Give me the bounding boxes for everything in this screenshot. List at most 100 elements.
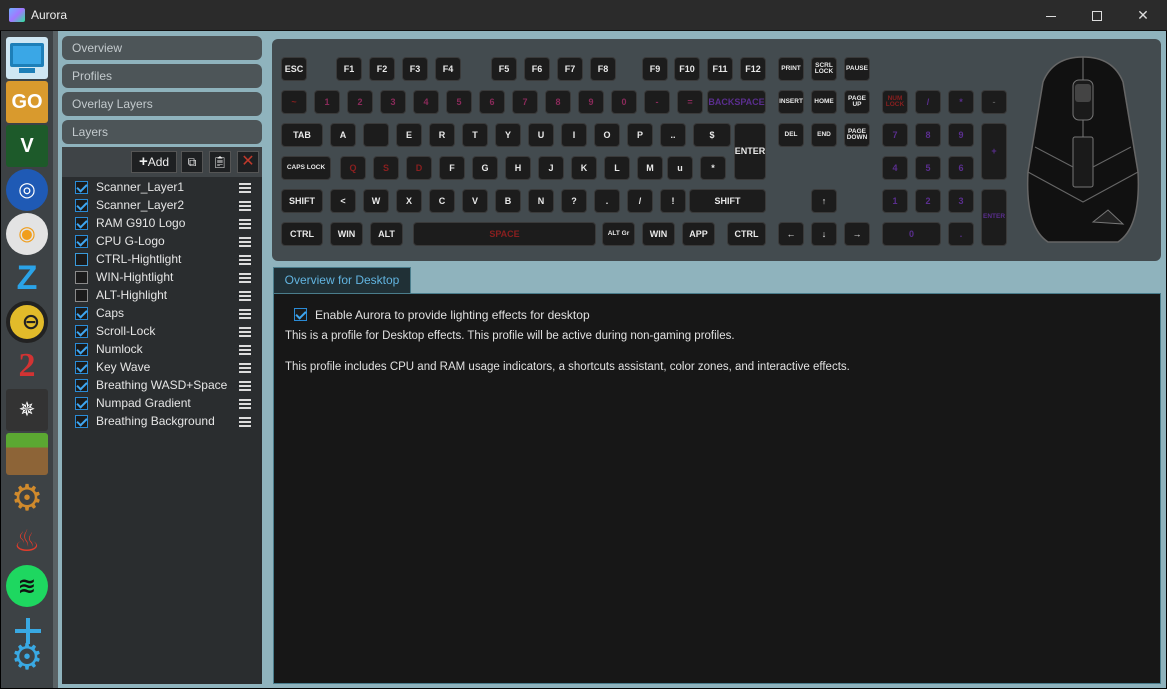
key-5[interactable]: 5 [446, 90, 472, 114]
key--[interactable]: / [627, 189, 653, 213]
drag-handle-icon[interactable] [239, 237, 251, 247]
key-q[interactable]: Q [340, 156, 366, 180]
layer-enabled-checkbox[interactable] [75, 181, 88, 194]
key-i[interactable]: I [561, 123, 587, 147]
key--[interactable]: → [844, 222, 870, 246]
key--[interactable]: + [981, 123, 1007, 180]
key-l[interactable]: L [604, 156, 630, 180]
key-home[interactable]: HOME [811, 90, 837, 114]
add-profile-button[interactable]: ⚙ [6, 618, 48, 683]
key-backspace[interactable]: BACKSPACE [707, 90, 766, 114]
key-8[interactable]: 8 [915, 123, 941, 147]
key-page-down[interactable]: PAGE DOWN [844, 123, 870, 147]
key-4[interactable]: 4 [413, 90, 439, 114]
paste-layer-button[interactable]: 📋︎ [209, 151, 231, 173]
key-f12[interactable]: F12 [740, 57, 766, 81]
key-f10[interactable]: F10 [674, 57, 700, 81]
drag-handle-icon[interactable] [239, 345, 251, 355]
layer-enabled-checkbox[interactable] [75, 271, 88, 284]
key-blank[interactable] [363, 123, 389, 147]
key-alt[interactable]: ALT [370, 222, 403, 246]
key-3[interactable]: 3 [948, 189, 974, 213]
close-button[interactable]: ✕ [1120, 0, 1166, 31]
key-h[interactable]: H [505, 156, 531, 180]
layer-row[interactable]: Scanner_Layer2 [62, 197, 262, 215]
key-insert[interactable]: INSERT [778, 90, 804, 114]
key-t[interactable]: T [462, 123, 488, 147]
key--[interactable]: ? [561, 189, 587, 213]
profile-overwatch[interactable]: ◉ [6, 213, 48, 255]
layer-row[interactable]: WIN-Hightlight [62, 269, 262, 287]
profile-z[interactable]: Z [6, 257, 48, 299]
layer-row[interactable]: Breathing Background [62, 413, 262, 431]
profile-generic-app[interactable]: ⚙ [6, 477, 48, 519]
key-f11[interactable]: F11 [707, 57, 733, 81]
layer-row[interactable]: Caps [62, 305, 262, 323]
key-f3[interactable]: F3 [402, 57, 428, 81]
key-del[interactable]: DEL [778, 123, 804, 147]
key-c[interactable]: C [429, 189, 455, 213]
key--[interactable]: / [915, 90, 941, 114]
key-0[interactable]: 0 [611, 90, 637, 114]
profile-minecraft[interactable] [6, 433, 48, 475]
section-layers[interactable]: Layers [62, 120, 262, 144]
drag-handle-icon[interactable] [239, 219, 251, 229]
copy-layer-button[interactable]: ⧉ [181, 151, 203, 173]
key--[interactable]: ! [660, 189, 686, 213]
profile-rocket-league[interactable]: ◎ [6, 169, 48, 211]
key-print[interactable]: PRINT [778, 57, 804, 81]
layer-row[interactable]: Scanner_Layer1 [62, 179, 262, 197]
drag-handle-icon[interactable] [239, 417, 251, 427]
key-v[interactable]: V [462, 189, 488, 213]
key-4[interactable]: 4 [882, 156, 908, 180]
key-page-up[interactable]: PAGE UP [844, 90, 870, 114]
key--[interactable]: . [594, 189, 620, 213]
key--[interactable]: .. [660, 123, 686, 147]
drag-handle-icon[interactable] [239, 183, 251, 193]
minimize-button[interactable] [1028, 0, 1074, 31]
drag-handle-icon[interactable] [239, 255, 251, 265]
key--[interactable]: * [948, 90, 974, 114]
key-end[interactable]: END [811, 123, 837, 147]
layer-enabled-checkbox[interactable] [75, 343, 88, 356]
key-2[interactable]: 2 [915, 189, 941, 213]
key-6[interactable]: 6 [479, 90, 505, 114]
key-m[interactable]: M [637, 156, 663, 180]
key-j[interactable]: J [538, 156, 564, 180]
key--[interactable]: - [981, 90, 1007, 114]
section-overview[interactable]: Overview [62, 36, 262, 60]
layer-enabled-checkbox[interactable] [75, 289, 88, 302]
key-d[interactable]: D [406, 156, 432, 180]
key-pause[interactable]: PAUSE [844, 57, 870, 81]
layer-enabled-checkbox[interactable] [75, 397, 88, 410]
key-k[interactable]: K [571, 156, 597, 180]
section-overlay-layers[interactable]: Overlay Layers [62, 92, 262, 116]
key-caps-lock[interactable]: CAPS LOCK [281, 156, 331, 180]
drag-handle-icon[interactable] [239, 273, 251, 283]
layer-row[interactable]: Key Wave [62, 359, 262, 377]
layer-row[interactable]: Numlock [62, 341, 262, 359]
key--[interactable]: ← [778, 222, 804, 246]
layer-row[interactable]: ALT-Highlight [62, 287, 262, 305]
key-enter[interactable]: ENTER [734, 123, 766, 180]
layer-row[interactable]: RAM G910 Logo [62, 215, 262, 233]
enable-checkbox[interactable] [294, 308, 307, 321]
tab-overview-desktop[interactable]: Overview for Desktop [273, 267, 411, 293]
key--[interactable]: < [330, 189, 356, 213]
key-r[interactable]: R [429, 123, 455, 147]
key-o[interactable]: O [594, 123, 620, 147]
layer-enabled-checkbox[interactable] [75, 325, 88, 338]
layer-row[interactable]: Scroll-Lock [62, 323, 262, 341]
layer-enabled-checkbox[interactable] [75, 253, 88, 266]
key-9[interactable]: 9 [578, 90, 604, 114]
key-7[interactable]: 7 [512, 90, 538, 114]
key-u[interactable]: u [667, 156, 693, 180]
layer-enabled-checkbox[interactable] [75, 361, 88, 374]
key-8[interactable]: 8 [545, 90, 571, 114]
key-p[interactable]: P [627, 123, 653, 147]
key-9[interactable]: 9 [948, 123, 974, 147]
key-num-lock[interactable]: NUM LOCK [882, 90, 908, 114]
key-shift[interactable]: SHIFT [689, 189, 766, 213]
layer-row[interactable]: CPU G-Logo [62, 233, 262, 251]
profile-desktop[interactable] [6, 37, 48, 79]
